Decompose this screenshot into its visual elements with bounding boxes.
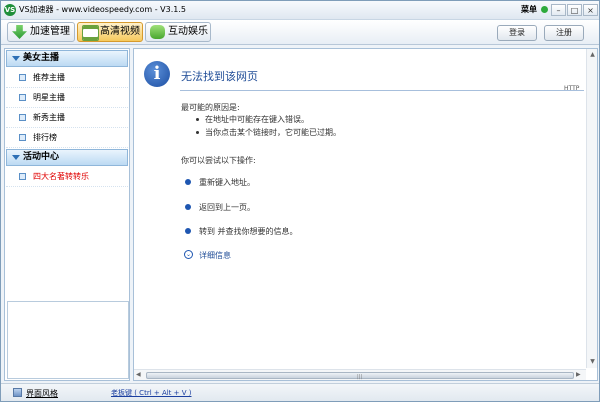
menu-status-icon: [541, 6, 548, 13]
sidebar-item-label: 新秀主播: [33, 113, 65, 122]
vertical-scrollbar[interactable]: ▲ ▼: [586, 49, 597, 368]
main-toolbar: 加速管理 高清视频 互动娱乐 登录 注册: [1, 20, 599, 45]
sidebar-item-recommended[interactable]: 推荐主播: [6, 68, 128, 88]
action-retype-address: 重新键入地址。: [199, 178, 255, 187]
window-title: VS加速器 - www.videospeedy.com - V3.1.5: [19, 5, 187, 14]
details-link[interactable]: 详细信息: [199, 250, 231, 261]
list-bullet-icon: [196, 131, 199, 134]
cause-item: 当你点击某个链接时，它可能已过期。: [205, 128, 341, 137]
app-window: VS VS加速器 - www.videospeedy.com - V3.1.5 …: [0, 0, 600, 402]
menu-button[interactable]: 菜单: [521, 4, 537, 15]
sidebar-item-label: 排行榜: [33, 133, 57, 142]
scroll-right-icon[interactable]: ▶: [576, 371, 581, 378]
boss-key-link[interactable]: 老板键 ( Ctrl + Alt + V ): [111, 388, 192, 398]
bullet-icon: [19, 134, 26, 141]
page-title: 无法找到该网页: [181, 70, 258, 83]
bullet-icon: [19, 173, 26, 180]
speed-arrow-icon: [12, 25, 27, 39]
title-bar[interactable]: VS VS加速器 - www.videospeedy.com - V3.1.5 …: [1, 1, 599, 20]
action-go-to: 转到 并查找你想要的信息。: [199, 227, 298, 236]
action-bullet-icon: [185, 228, 191, 234]
app-logo-icon: VS: [4, 4, 16, 16]
info-icon: i: [144, 61, 170, 87]
title-divider: [180, 90, 584, 91]
status-bar: 界面风格 老板键 ( Ctrl + Alt + V ): [1, 383, 599, 401]
browser-content: i 无法找到该网页 HTTP 最可能的原因是: 在地址中可能存在键入错误。 当你…: [133, 48, 598, 381]
causes-header: 最可能的原因是:: [181, 103, 240, 112]
action-bullet-icon: [185, 179, 191, 185]
triangle-down-icon: [12, 56, 20, 61]
tab-label: 互动娱乐: [168, 26, 208, 37]
film-icon: [82, 25, 99, 41]
maximize-button[interactable]: □: [567, 4, 582, 16]
action-bullet-icon: [185, 204, 191, 210]
sidebar-category-anchors[interactable]: 美女主播: [6, 50, 128, 67]
bullet-icon: [19, 74, 26, 81]
sidebar-item-stars[interactable]: 明星主播: [6, 88, 128, 108]
scroll-down-icon[interactable]: ▼: [588, 357, 597, 366]
scroll-up-icon[interactable]: ▲: [588, 50, 597, 59]
bullet-icon: [19, 94, 26, 101]
tab-label: 加速管理: [30, 26, 70, 37]
skin-icon: [13, 388, 22, 397]
minimize-button[interactable]: –: [551, 4, 566, 16]
category-label: 活动中心: [23, 152, 60, 162]
sidebar-item-label: 推荐主播: [33, 73, 65, 82]
sidebar-category-events[interactable]: 活动中心: [6, 149, 128, 166]
login-button[interactable]: 登录: [497, 25, 537, 41]
sidebar-item-label: 明星主播: [33, 93, 65, 102]
scrollbar-thumb[interactable]: |||: [146, 372, 574, 380]
category-label: 美女主播: [23, 53, 60, 63]
triangle-down-icon: [12, 155, 20, 160]
sidebar-blank-panel: [7, 301, 129, 379]
close-button[interactable]: ×: [583, 4, 598, 16]
horizontal-scrollbar[interactable]: ◀ ||| ▶: [134, 369, 586, 380]
sidebar: 美女主播 推荐主播 明星主播 新秀主播 排行榜 活动中心 四大名著转转乐: [4, 48, 130, 381]
list-bullet-icon: [196, 118, 199, 121]
action-go-back[interactable]: 返回到上一页。: [199, 202, 255, 213]
tab-hd-video[interactable]: 高清视频: [77, 22, 143, 42]
sidebar-item-label: 四大名著转转乐: [33, 172, 89, 181]
cause-item: 在地址中可能存在键入错误。: [205, 115, 309, 124]
sidebar-item-ranking[interactable]: 排行榜: [6, 128, 128, 148]
skin-style-link[interactable]: 界面风格: [26, 388, 58, 399]
tab-speed-management[interactable]: 加速管理: [7, 22, 75, 42]
tab-interactive-entertainment[interactable]: 互动娱乐: [145, 22, 211, 42]
tab-label: 高清视频: [100, 26, 140, 37]
sidebar-item-four-classics[interactable]: 四大名著转转乐: [6, 167, 128, 187]
chevron-down-icon[interactable]: ⌄: [184, 250, 193, 259]
try-header: 你可以尝试以下操作:: [181, 156, 256, 165]
sidebar-item-newcomers[interactable]: 新秀主播: [6, 108, 128, 128]
scroll-left-icon[interactable]: ◀: [136, 371, 141, 378]
gamepad-icon: [150, 25, 165, 39]
grip-icon: |||: [357, 374, 363, 380]
register-button[interactable]: 注册: [544, 25, 584, 41]
bullet-icon: [19, 114, 26, 121]
